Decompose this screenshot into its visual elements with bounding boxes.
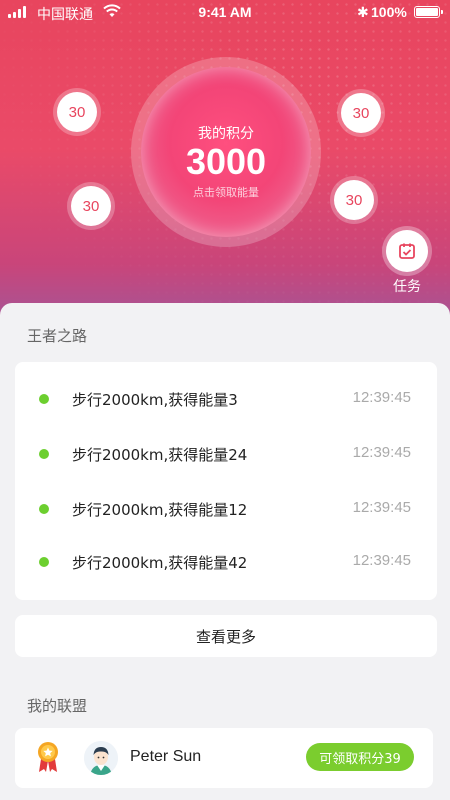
energy-bubble[interactable]: 30 — [341, 93, 381, 133]
energy-bubble[interactable]: 30 — [57, 92, 97, 132]
bluetooth-icon: ✱ — [357, 4, 369, 20]
alliance-member-row[interactable]: Peter Sun 可领取积分39 — [15, 728, 433, 788]
list-item: 步行2000km,获得能量24 12:39:45 — [15, 442, 437, 466]
status-dot — [39, 449, 49, 459]
record-time: 12:39:45 — [352, 499, 411, 516]
list-item: 步行2000km,获得能量3 12:39:45 — [15, 387, 437, 411]
status-dot — [39, 557, 49, 567]
alliance-section-title: 我的联盟 — [27, 697, 88, 715]
score-hint: 点击领取能量 — [193, 186, 259, 199]
energy-bubble[interactable]: 30 — [334, 180, 374, 220]
record-text: 步行2000km,获得能量12 — [72, 501, 248, 519]
records-list: 步行2000km,获得能量3 12:39:45 步行2000km,获得能量24 … — [15, 362, 437, 600]
battery-percent: 100% — [371, 4, 407, 20]
score-circle[interactable]: 我的积分 3000 点击领取能量 — [131, 57, 321, 247]
task-label[interactable]: 任务 — [384, 276, 430, 296]
task-calendar-icon — [399, 243, 415, 259]
task-button[interactable] — [386, 230, 428, 272]
claim-points-button[interactable]: 可领取积分39 — [306, 743, 414, 771]
status-dot — [39, 504, 49, 514]
list-item: 步行2000km,获得能量42 12:39:45 — [15, 550, 437, 574]
score-value: 3000 — [185, 141, 267, 182]
status-dot — [39, 394, 49, 404]
view-more-button[interactable]: 查看更多 — [15, 615, 437, 657]
record-time: 12:39:45 — [352, 444, 411, 461]
score-label: 我的积分 — [198, 126, 254, 142]
content-panel: 王者之路 步行2000km,获得能量3 12:39:45 步行2000km,获得… — [0, 303, 450, 800]
medal-icon — [38, 742, 58, 772]
record-time: 12:39:45 — [352, 552, 411, 569]
energy-bubble[interactable]: 30 — [71, 186, 111, 226]
record-text: 步行2000km,获得能量42 — [72, 554, 248, 572]
list-item: 步行2000km,获得能量12 12:39:45 — [15, 497, 437, 521]
battery-icon — [414, 6, 443, 18]
avatar — [84, 741, 118, 775]
records-section-title: 王者之路 — [27, 327, 88, 345]
record-text: 步行2000km,获得能量24 — [72, 446, 248, 464]
member-name: Peter Sun — [130, 748, 202, 765]
score-circle-inner[interactable]: 我的积分 3000 点击领取能量 — [141, 67, 311, 237]
status-bar: 中国联通 9:41 AM ✱ 100% — [0, 0, 450, 24]
record-text: 步行2000km,获得能量3 — [72, 391, 238, 409]
record-time: 12:39:45 — [352, 389, 411, 406]
hero-header: 中国联通 9:41 AM ✱ 100% 30 30 30 30 我的积分 300… — [0, 0, 450, 330]
